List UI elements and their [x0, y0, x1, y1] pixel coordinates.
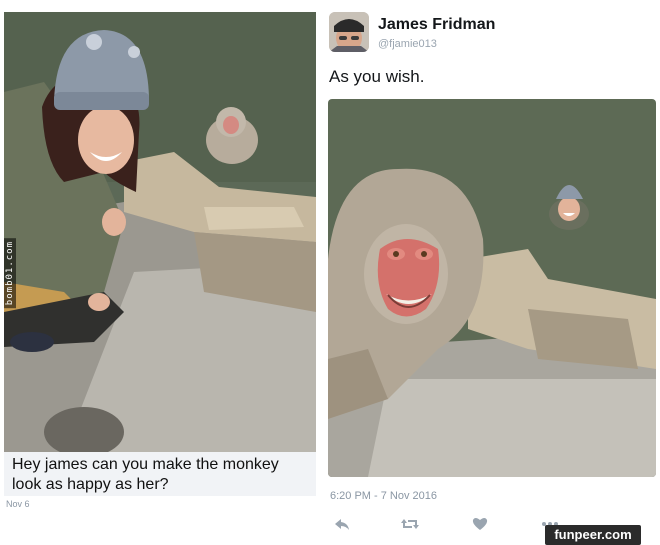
post-date: Nov 6 [6, 499, 30, 509]
left-photo [4, 12, 316, 452]
like-icon[interactable] [470, 514, 490, 534]
brand-watermark: funpeer.com [545, 525, 641, 545]
left-post: Hey james can you make the monkey look a… [4, 12, 316, 496]
side-watermark: bomb01.com [4, 238, 16, 309]
user-handle[interactable]: @fjamie013 [378, 38, 437, 50]
retweet-icon[interactable] [400, 514, 420, 534]
tweet-photo[interactable] [328, 99, 656, 477]
post-caption: Hey james can you make the monkey look a… [4, 452, 316, 496]
tweet-actions [330, 514, 570, 534]
display-name[interactable]: James Fridman [378, 16, 495, 34]
tweet-text: As you wish. [329, 67, 425, 86]
avatar[interactable] [329, 12, 369, 52]
reply-icon[interactable] [332, 514, 352, 534]
tweet-timestamp: 6:20 PM - 7 Nov 2016 [330, 490, 438, 502]
